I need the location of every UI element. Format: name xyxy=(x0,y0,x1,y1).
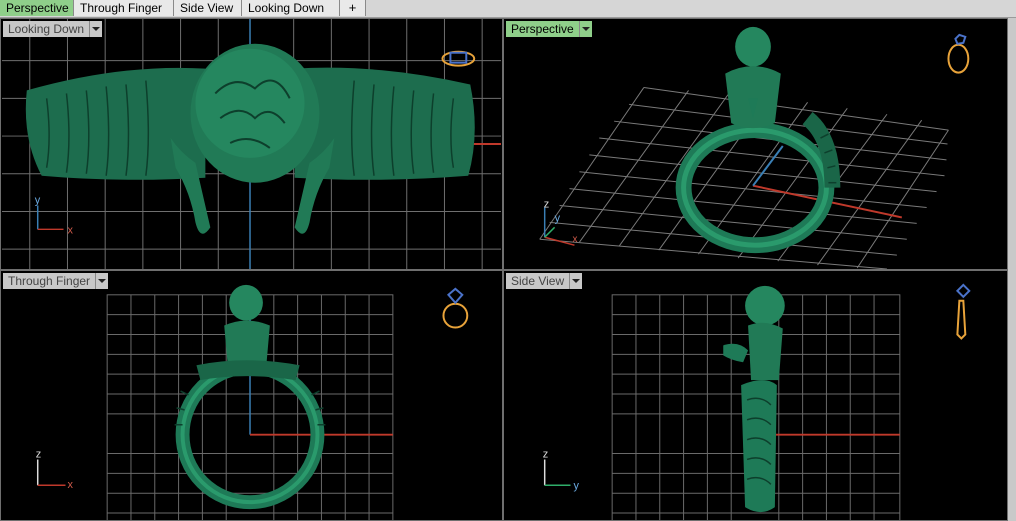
axis-label-x: x xyxy=(67,479,73,491)
viewport-canvas[interactable]: z x xyxy=(1,271,502,520)
viewport-perspective[interactable]: z y x Perspective xyxy=(503,18,1008,270)
viewport-title-perspective[interactable]: Perspective xyxy=(506,21,592,37)
tab-through-finger[interactable]: Through Finger xyxy=(74,0,174,16)
chevron-down-icon[interactable] xyxy=(95,273,109,289)
chevron-down-icon[interactable] xyxy=(578,21,592,37)
viewport-tab-bar: Perspective Through Finger Side View Loo… xyxy=(0,0,1016,18)
ring-model[interactable] xyxy=(675,26,841,254)
viewport-title-side-view[interactable]: Side View xyxy=(506,273,583,289)
axis-label-y: y xyxy=(573,480,579,492)
axis-label-x: x xyxy=(67,224,73,236)
axis-label-z: z xyxy=(544,198,549,210)
ring-model[interactable] xyxy=(723,285,785,513)
axis-label-z: z xyxy=(36,449,41,461)
ring-top-view-icon[interactable] xyxy=(441,50,476,67)
viewport-side-view[interactable]: z y Side View xyxy=(503,270,1008,521)
ring-front-view-icon[interactable] xyxy=(442,287,469,329)
viewport-looking-down[interactable]: y x Looking Down xyxy=(0,18,503,270)
viewport-canvas[interactable]: y x xyxy=(1,19,502,269)
tab-perspective[interactable]: Perspective xyxy=(0,0,74,16)
tab-looking-down[interactable]: Looking Down xyxy=(242,0,340,16)
ring-side-view-icon[interactable] xyxy=(955,283,971,340)
viewport-title-looking-down[interactable]: Looking Down xyxy=(3,21,103,37)
chevron-down-icon[interactable] xyxy=(89,21,103,37)
tab-side-view[interactable]: Side View xyxy=(174,0,242,16)
axis-label-x: x xyxy=(572,234,577,245)
viewport-canvas[interactable]: z y xyxy=(504,271,1007,520)
viewport-canvas[interactable]: z y x xyxy=(504,19,1007,269)
viewport-through-finger[interactable]: z x Through Finger xyxy=(0,270,503,521)
axis-label-y: y xyxy=(35,195,41,207)
axis-label-z: z xyxy=(543,449,548,461)
axis-label-y: y xyxy=(555,212,561,224)
viewport-title-through-finger[interactable]: Through Finger xyxy=(3,273,109,289)
add-tab-button[interactable]: + xyxy=(340,0,366,16)
chevron-down-icon[interactable] xyxy=(569,273,583,289)
ring-perspective-icon[interactable] xyxy=(947,33,970,74)
